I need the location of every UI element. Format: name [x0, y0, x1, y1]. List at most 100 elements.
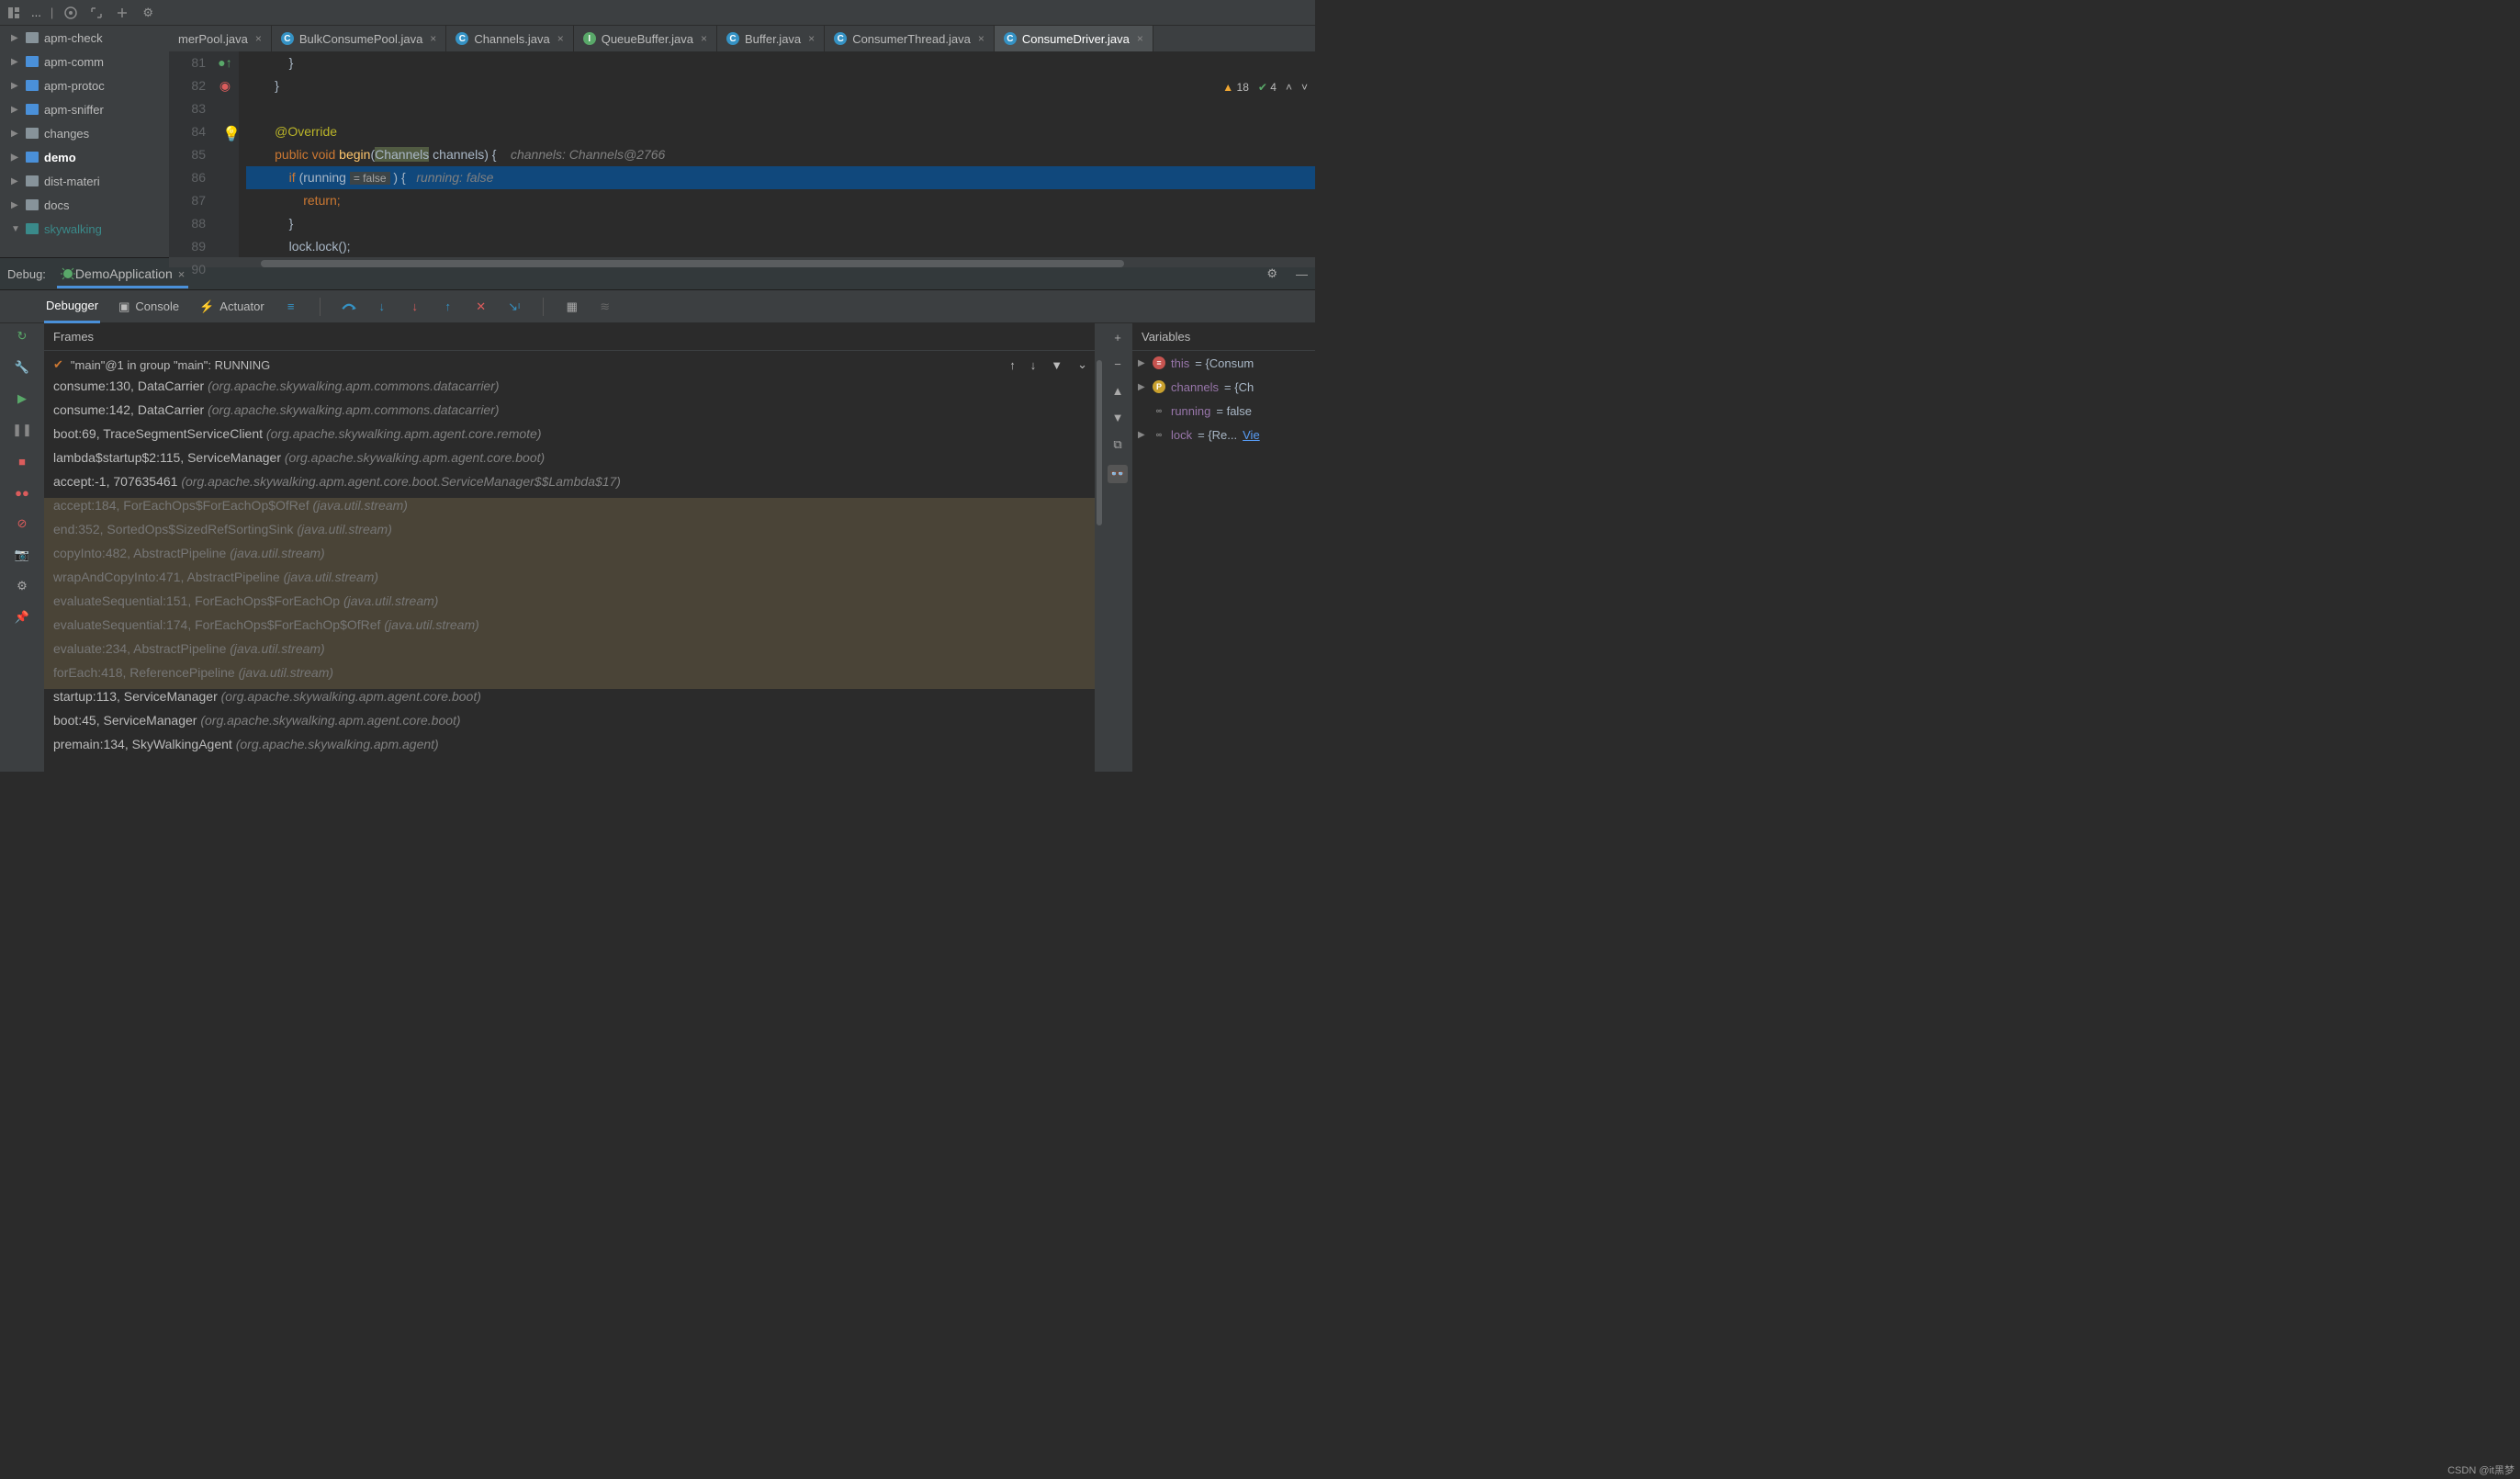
- collapse-icon[interactable]: [114, 5, 130, 21]
- stop-icon[interactable]: ■: [13, 452, 31, 470]
- stack-frame[interactable]: consume:142, DataCarrier (org.apache.sky…: [44, 402, 1104, 426]
- thread-selector[interactable]: ✔ "main"@1 in group "main": RUNNING ↑ ↓ …: [44, 351, 1104, 378]
- drop-frame-icon[interactable]: ✕: [473, 299, 489, 315]
- step-into-icon[interactable]: ↓: [374, 299, 390, 315]
- modify-icon[interactable]: 🔧: [13, 358, 31, 377]
- stack-frame[interactable]: startup:113, ServiceManager (org.apache.…: [44, 689, 1104, 713]
- tree-item[interactable]: ▶apm-sniffer: [0, 97, 169, 121]
- breakpoint-icon[interactable]: ◉: [219, 78, 231, 93]
- chevron-up-icon[interactable]: ˄: [1286, 81, 1292, 94]
- rerun-icon[interactable]: ↻: [13, 327, 31, 345]
- console-tab[interactable]: ▣Console: [117, 290, 181, 323]
- prev-frame-icon[interactable]: ↑: [1009, 358, 1016, 372]
- close-icon[interactable]: ×: [808, 32, 815, 45]
- stack-frame[interactable]: boot:69, TraceSegmentServiceClient (org.…: [44, 426, 1104, 450]
- editor-tab[interactable]: CBuffer.java×: [717, 26, 825, 51]
- stack-frame[interactable]: forEach:418, ReferencePipeline (java.uti…: [44, 665, 1104, 689]
- tree-item[interactable]: ▶dist-materi: [0, 169, 169, 193]
- gear-icon[interactable]: ⚙: [1266, 266, 1277, 281]
- variables-list[interactable]: ▶≡this = {Consum▶Pchannels = {Ch∞running…: [1132, 351, 1315, 446]
- project-structure-icon[interactable]: [6, 5, 22, 21]
- close-icon[interactable]: ×: [557, 32, 564, 45]
- tree-item[interactable]: ▶apm-comm: [0, 50, 169, 73]
- tree-item[interactable]: ▶apm-check: [0, 26, 169, 50]
- variable-row[interactable]: ▶Pchannels = {Ch: [1132, 375, 1315, 399]
- filter-icon[interactable]: ▼: [1051, 358, 1063, 372]
- step-over-icon[interactable]: [341, 299, 357, 315]
- stack-frame[interactable]: evaluateSequential:151, ForEachOps$ForEa…: [44, 593, 1104, 617]
- editor-tab[interactable]: merPool.java×: [169, 26, 272, 51]
- project-tree[interactable]: ▶apm-check ▶apm-comm ▶apm-protoc ▶apm-sn…: [0, 26, 169, 257]
- pause-icon[interactable]: ❚❚: [13, 421, 31, 439]
- copy-icon[interactable]: ⧉: [1113, 437, 1121, 452]
- editor-tab[interactable]: CChannels.java×: [446, 26, 573, 51]
- stack-frame[interactable]: lambda$startup$2:115, ServiceManager (or…: [44, 450, 1104, 474]
- stack-frame[interactable]: accept:184, ForEachOps$ForEachOp$OfRef (…: [44, 498, 1104, 522]
- settings-icon[interactable]: ⚙: [140, 5, 156, 21]
- threads-icon[interactable]: ≡: [283, 299, 299, 315]
- tree-item-demo[interactable]: ▶demo: [0, 145, 169, 169]
- intention-bulb-icon[interactable]: 💡: [222, 123, 241, 146]
- editor-tab[interactable]: CBulkConsumePool.java×: [272, 26, 446, 51]
- camera-icon[interactable]: 📷: [13, 546, 31, 564]
- step-out-icon[interactable]: ↑: [440, 299, 456, 315]
- trace-icon[interactable]: ≋: [597, 299, 613, 315]
- stack-frame[interactable]: evaluateSequential:174, ForEachOps$ForEa…: [44, 617, 1104, 641]
- stack-frame[interactable]: end:352, SortedOps$SizedRefSortingSink (…: [44, 522, 1104, 546]
- code-body[interactable]: 💡 } } @Override public void begin(Channe…: [239, 51, 1315, 257]
- up-icon[interactable]: ▲: [1112, 384, 1124, 398]
- override-icon[interactable]: ●↑: [218, 55, 231, 70]
- tree-item[interactable]: ▶apm-protoc: [0, 73, 169, 97]
- stack-frame[interactable]: boot:45, ServiceManager (org.apache.skyw…: [44, 713, 1104, 737]
- stack-frame[interactable]: copyInto:482, AbstractPipeline (java.uti…: [44, 546, 1104, 570]
- stack-frame[interactable]: premain:134, SkyWalkingAgent (org.apache…: [44, 737, 1104, 761]
- chevron-down-icon[interactable]: ˅: [1301, 81, 1308, 94]
- add-icon[interactable]: +: [1114, 331, 1121, 344]
- v-scrollbar[interactable]: [1095, 323, 1104, 772]
- tree-item[interactable]: ▶changes: [0, 121, 169, 145]
- close-icon[interactable]: ×: [978, 32, 984, 45]
- close-icon[interactable]: ×: [255, 32, 262, 45]
- remove-icon[interactable]: −: [1114, 357, 1121, 371]
- breakpoints-icon[interactable]: ●●: [13, 483, 31, 502]
- inline-value: = false: [350, 172, 390, 185]
- target-icon[interactable]: [62, 5, 79, 21]
- force-step-into-icon[interactable]: ↓: [407, 299, 423, 315]
- editor-tab[interactable]: CConsumerThread.java×: [825, 26, 995, 51]
- debug-side-toolbar: ↻ 🔧 ▶ ❚❚ ■ ●● ⊘ 📷 ⚙ 📌: [0, 323, 44, 772]
- minimize-icon[interactable]: —: [1296, 267, 1308, 281]
- inspections-widget[interactable]: ▲ 18 ✔ 4 ˄ ˅: [1222, 81, 1308, 94]
- settings-icon[interactable]: ⚙: [13, 577, 31, 595]
- stack-frame[interactable]: accept:-1, 707635461 (org.apache.skywalk…: [44, 474, 1104, 498]
- stack-frame[interactable]: evaluate:234, AbstractPipeline (java.uti…: [44, 641, 1104, 665]
- debugger-tab[interactable]: Debugger: [44, 290, 100, 323]
- run-to-cursor-icon[interactable]: ↘I: [506, 299, 523, 315]
- actuator-tab[interactable]: ⚡Actuator: [197, 290, 266, 323]
- down-icon[interactable]: ▼: [1112, 411, 1124, 424]
- expand-icon[interactable]: [88, 5, 105, 21]
- code-area[interactable]: 81828384858687888990 ●↑ ◉ 💡 } } @Overrid…: [169, 51, 1315, 257]
- variable-row[interactable]: ▶≡this = {Consum: [1132, 351, 1315, 375]
- glasses-icon[interactable]: 👓: [1108, 465, 1128, 483]
- editor-tab[interactable]: IQueueBuffer.java×: [574, 26, 717, 51]
- resume-icon[interactable]: ▶: [13, 390, 31, 408]
- project-dropdown[interactable]: ...: [31, 6, 41, 19]
- chevron-down-icon[interactable]: ⌄: [1077, 357, 1087, 372]
- close-icon[interactable]: ×: [1137, 32, 1143, 45]
- pin-icon[interactable]: 📌: [13, 608, 31, 627]
- tree-item[interactable]: ▼skywalking: [0, 217, 169, 241]
- class-icon: C: [834, 32, 847, 45]
- stack-frame[interactable]: wrapAndCopyInto:471, AbstractPipeline (j…: [44, 570, 1104, 593]
- close-icon[interactable]: ×: [430, 32, 436, 45]
- mute-breakpoints-icon[interactable]: ⊘: [13, 514, 31, 533]
- frames-list[interactable]: consume:130, DataCarrier (org.apache.sky…: [44, 378, 1104, 761]
- variable-row[interactable]: ∞running = false: [1132, 399, 1315, 423]
- next-frame-icon[interactable]: ↓: [1030, 358, 1037, 372]
- h-scrollbar[interactable]: [169, 257, 1315, 267]
- editor-tab-active[interactable]: CConsumeDriver.java×: [995, 26, 1153, 51]
- stack-frame[interactable]: consume:130, DataCarrier (org.apache.sky…: [44, 378, 1104, 402]
- close-icon[interactable]: ×: [701, 32, 707, 45]
- evaluate-icon[interactable]: ▦: [564, 299, 580, 315]
- tree-item[interactable]: ▶docs: [0, 193, 169, 217]
- variable-row[interactable]: ▶∞lock = {Re... Vie: [1132, 423, 1315, 446]
